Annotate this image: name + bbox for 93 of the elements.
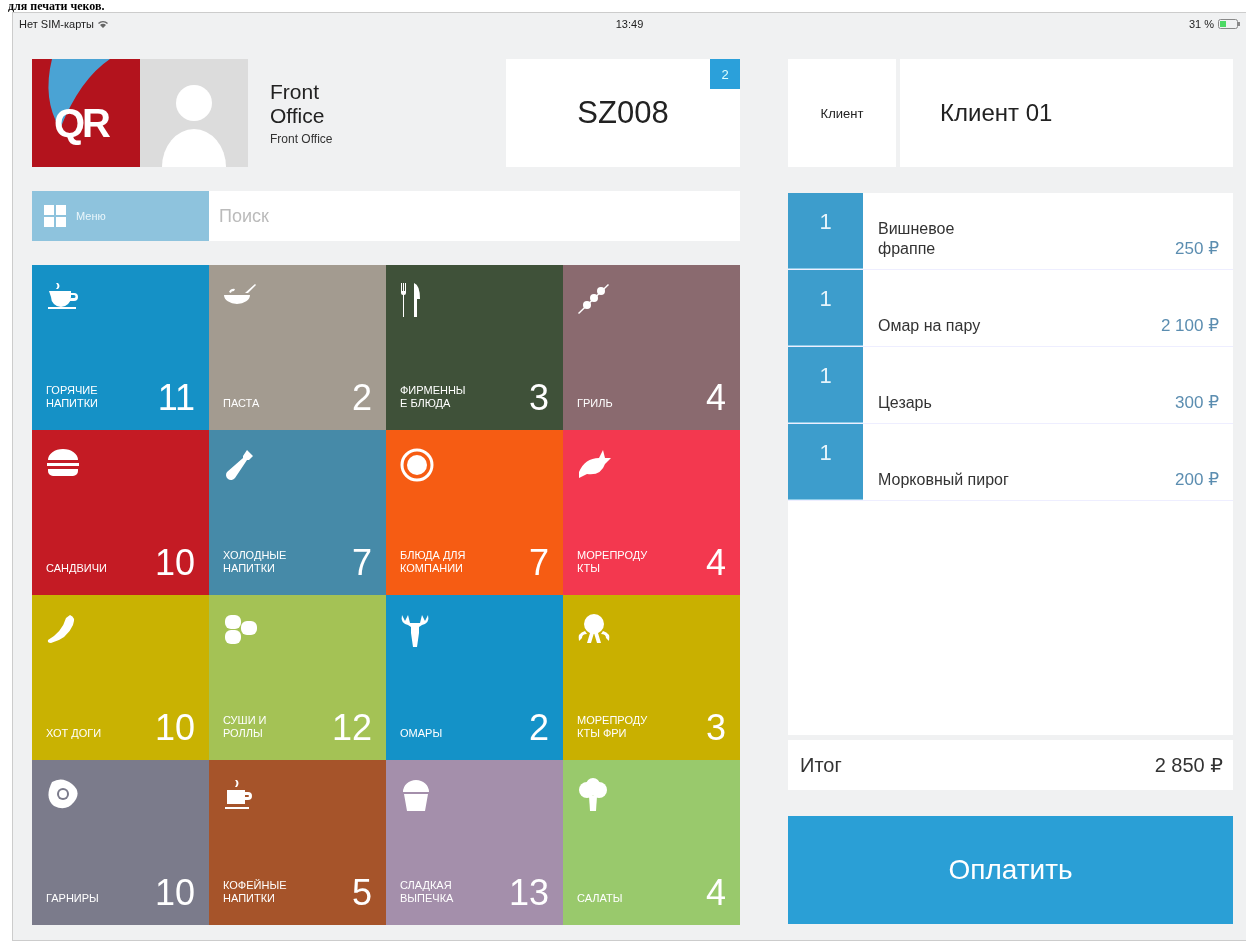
category-count: 10: [154, 710, 195, 746]
item-quantity[interactable]: 1: [788, 193, 863, 269]
category-count: 4: [705, 545, 726, 581]
category-label: ХОТ ДОГИ: [46, 727, 102, 740]
category-tile[interactable]: СУШИ И РОЛЛЫ 12: [209, 595, 386, 760]
category-tile[interactable]: СЛАДКАЯ ВЫПЕЧКА 13: [386, 760, 563, 925]
category-count: 2: [528, 710, 549, 746]
item-name: Морковный пирог: [878, 470, 1009, 490]
category-label: СУШИ И РОЛЛЫ: [223, 714, 267, 740]
item-quantity[interactable]: 1: [788, 424, 863, 500]
category-tile[interactable]: ХОТ ДОГИ 10: [32, 595, 209, 760]
item-price: 200 ₽: [1175, 469, 1219, 490]
menu-button[interactable]: Меню: [32, 191, 209, 241]
order-number: SZ008: [577, 95, 669, 131]
category-label: СЛАДКАЯ ВЫПЕЧКА: [400, 879, 454, 905]
client-label: Клиент: [788, 59, 896, 167]
category-label: ХОЛОДНЫЕ НАПИТКИ: [223, 549, 287, 575]
cup-icon: [46, 283, 80, 309]
logo: QR: [32, 59, 140, 167]
category-count: 11: [157, 380, 195, 416]
category-count: 7: [528, 545, 549, 581]
sausage-icon: [46, 613, 76, 645]
egg-icon: [46, 778, 80, 810]
carrier-label: Нет SIM-карты: [19, 18, 94, 30]
item-name: Цезарь: [878, 393, 932, 413]
category-label: ПАСТА: [223, 397, 260, 410]
fork-knife-icon: [400, 283, 422, 317]
category-count: 13: [508, 875, 549, 911]
category-tile[interactable]: САЛАТЫ 4: [563, 760, 740, 925]
clock: 13:49: [615, 18, 644, 30]
category-label: САЛАТЫ: [577, 892, 623, 905]
category-tile[interactable]: ГАРНИРЫ 10: [32, 760, 209, 925]
category-count: 3: [705, 710, 726, 746]
category-tile[interactable]: МОРЕПРОДУ КТЫ 4: [563, 430, 740, 595]
sushi-icon: [223, 613, 259, 645]
item-name: Омар на пару: [878, 316, 981, 336]
category-count: 2: [351, 380, 372, 416]
category-tile[interactable]: ПАСТА 2: [209, 265, 386, 430]
category-tile[interactable]: ХОЛОДНЫЕ НАПИТКИ 7: [209, 430, 386, 595]
category-tile[interactable]: ОМАРЫ 2: [386, 595, 563, 760]
item-quantity[interactable]: 1: [788, 270, 863, 346]
category-count: 5: [351, 875, 372, 911]
category-label: САНДВИЧИ: [46, 562, 107, 575]
total-amount: 2 850 ₽: [1154, 753, 1223, 777]
octopus-icon: [577, 613, 611, 645]
category-label: ОМАРЫ: [400, 727, 443, 740]
grid-icon: [44, 205, 66, 227]
item-price: 300 ₽: [1175, 392, 1219, 413]
coffee-cup-icon: [223, 778, 253, 812]
category-count: 10: [154, 545, 195, 581]
category-label: ГАРНИРЫ: [46, 892, 99, 905]
cupcake-icon: [400, 778, 432, 812]
category-label: ФИРМЕННЫ Е БЛЮДА: [400, 384, 466, 410]
item-name: Вишневое фраппе: [878, 219, 955, 259]
battery-percent: 31 %: [1188, 18, 1214, 30]
battery-icon: [1218, 19, 1240, 29]
category-count: 3: [528, 380, 549, 416]
category-tile[interactable]: БЛЮДА ДЛЯ КОМПАНИИ 7: [386, 430, 563, 595]
category-label: КОФЕЙНЫЕ НАПИТКИ: [223, 879, 287, 905]
category-tile[interactable]: ГОРЯЧИЕ НАПИТКИ 11: [32, 265, 209, 430]
broccoli-icon: [577, 778, 609, 812]
user-role: Front Office: [270, 132, 334, 146]
category-label: ГРИЛЬ: [577, 397, 613, 410]
burger-icon: [46, 448, 80, 478]
category-count: 4: [705, 875, 726, 911]
fish-icon: [577, 448, 611, 478]
total-label: Итог: [800, 753, 842, 777]
category-count: 12: [331, 710, 372, 746]
category-tile[interactable]: МОРЕПРОДУ КТЫ ФРИ 3: [563, 595, 740, 760]
wifi-icon: [98, 20, 108, 28]
order-badge: 2: [710, 59, 740, 89]
pay-button[interactable]: Оплатить: [788, 816, 1233, 924]
category-label: ГОРЯЧИЕ НАПИТКИ: [46, 384, 98, 410]
search-field[interactable]: Поиск: [209, 191, 740, 241]
item-quantity[interactable]: 1: [788, 347, 863, 423]
category-tile[interactable]: КОФЕЙНЫЕ НАПИТКИ 5: [209, 760, 386, 925]
category-label: БЛЮДА ДЛЯ КОМПАНИИ: [400, 549, 466, 575]
skewer-icon: [577, 283, 609, 315]
category-count: 4: [705, 380, 726, 416]
category-count: 10: [154, 875, 195, 911]
order-number-card[interactable]: SZ008 2: [506, 59, 740, 167]
category-count: 7: [351, 545, 372, 581]
caption: для печати чеков.: [7, 0, 106, 12]
item-price: 2 100 ₽: [1160, 315, 1219, 336]
bowl-icon: [223, 283, 257, 307]
category-tile[interactable]: САНДВИЧИ 10: [32, 430, 209, 595]
category-tile[interactable]: ГРИЛЬ 4: [563, 265, 740, 430]
category-label: МОРЕПРОДУ КТЫ: [577, 549, 648, 575]
category-label: МОРЕПРОДУ КТЫ ФРИ: [577, 714, 648, 740]
user-name: Front Office: [270, 80, 326, 128]
client-name[interactable]: Клиент 01: [900, 59, 1233, 167]
item-price: 250 ₽: [1175, 238, 1219, 259]
category-tile[interactable]: ФИРМЕННЫ Е БЛЮДА 3: [386, 265, 563, 430]
